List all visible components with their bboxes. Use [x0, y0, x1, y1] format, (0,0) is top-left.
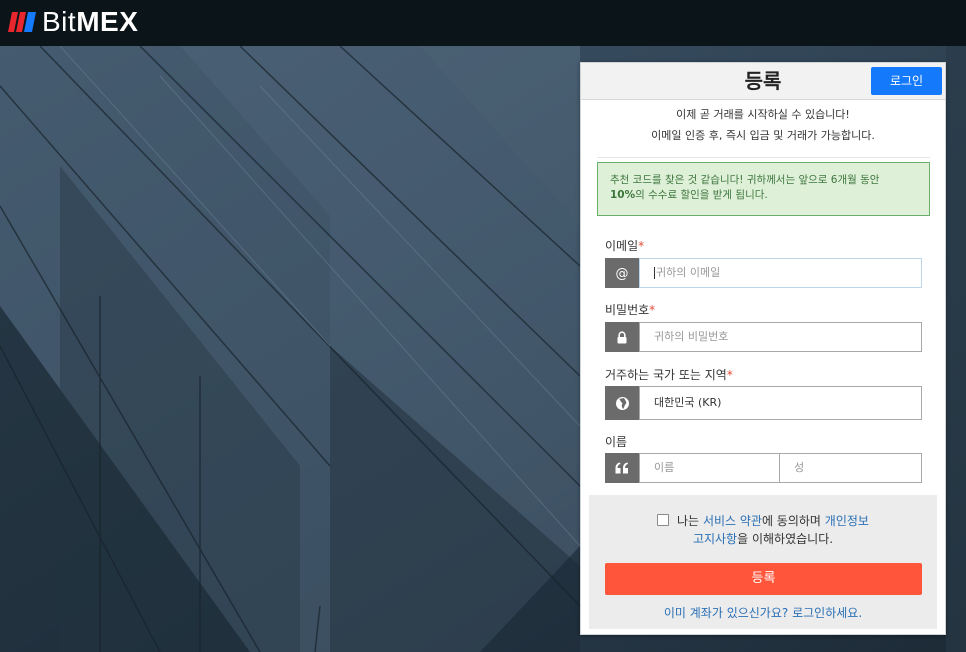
password-input[interactable]: 귀하의 비밀번호 — [639, 322, 922, 352]
name-label: 이름 — [605, 435, 628, 449]
privacy-notice-link-part2[interactable]: 고지사항 — [693, 532, 737, 546]
lock-icon — [605, 322, 639, 352]
intro-line-2: 이메일 인증 후, 즉시 입금 및 거래가 가능합니다. — [651, 129, 875, 142]
terms-of-service-link[interactable]: 서비스 약관 — [703, 514, 762, 528]
email-label: 이메일* — [605, 239, 645, 253]
agreement-line-1: 나는 서비스 약관에 동의하며 개인정보 — [589, 512, 937, 529]
register-submit-button[interactable]: 등록 — [605, 563, 922, 595]
login-button[interactable]: 로그인 — [871, 67, 942, 95]
name-field-group: 이름 성 — [605, 453, 922, 483]
email-input[interactable]: 귀하의 이메일 — [639, 258, 922, 288]
referral-text-1: 추천 코드를 찾은 것 같습니다! 귀하께서는 앞으로 6개월 동안 — [610, 174, 880, 186]
referral-notice: 추천 코드를 찾은 것 같습니다! 귀하께서는 앞으로 6개월 동안 10%의 … — [597, 162, 930, 216]
country-select[interactable]: 대한민국 (KR) — [639, 386, 922, 420]
required-mark: * — [638, 239, 645, 253]
text-caret — [654, 267, 655, 279]
existing-account-login-link[interactable]: 이미 계좌가 있으신가요? 로그인하세요. — [589, 604, 937, 621]
globe-icon — [605, 386, 639, 420]
divider — [597, 157, 930, 158]
country-label: 거주하는 국가 또는 지역* — [605, 368, 733, 382]
password-field-group: 귀하의 비밀번호 — [605, 322, 922, 352]
required-mark: * — [649, 303, 656, 317]
agree-checkbox[interactable] — [657, 514, 670, 526]
country-field-group: 대한민국 (KR) — [605, 386, 922, 420]
intro-text: 이제 곧 거래를 시작하실 수 있습니다! 이메일 인증 후, 즉시 입금 및 … — [581, 104, 945, 146]
agreement-line-2: 고지사항을 이해하였습니다. — [692, 532, 834, 546]
email-field-group: @ 귀하의 이메일 — [605, 258, 922, 288]
intro-line-1: 이제 곧 거래를 시작하실 수 있습니다! — [676, 108, 850, 121]
password-label: 비밀번호* — [605, 303, 656, 317]
agreement-section: 나는 서비스 약관에 동의하며 개인정보 고지사항을 이해하였습니다. 등록 이… — [589, 495, 937, 629]
top-navbar: BitMEX — [0, 0, 966, 46]
referral-text-2: 의 수수료 할인을 받게 됩니다. — [635, 189, 768, 201]
logo-text: BitMEX — [42, 6, 139, 37]
bitmex-logo[interactable]: BitMEX — [8, 6, 139, 37]
registration-panel: 등록 로그인 이제 곧 거래를 시작하실 수 있습니다! 이메일 인증 후, 즉… — [580, 62, 946, 635]
at-icon: @ — [605, 258, 639, 288]
panel-header: 등록 로그인 — [581, 63, 945, 100]
bitmex-logo-mark-icon — [8, 12, 36, 32]
svg-text:@: @ — [616, 267, 629, 281]
privacy-notice-link-part1[interactable]: 개인정보 — [825, 514, 869, 528]
referral-discount: 10% — [610, 189, 636, 201]
first-name-input[interactable]: 이름 — [639, 453, 780, 483]
required-mark: * — [726, 368, 733, 382]
quote-icon — [605, 453, 639, 483]
last-name-input[interactable]: 성 — [780, 453, 922, 483]
